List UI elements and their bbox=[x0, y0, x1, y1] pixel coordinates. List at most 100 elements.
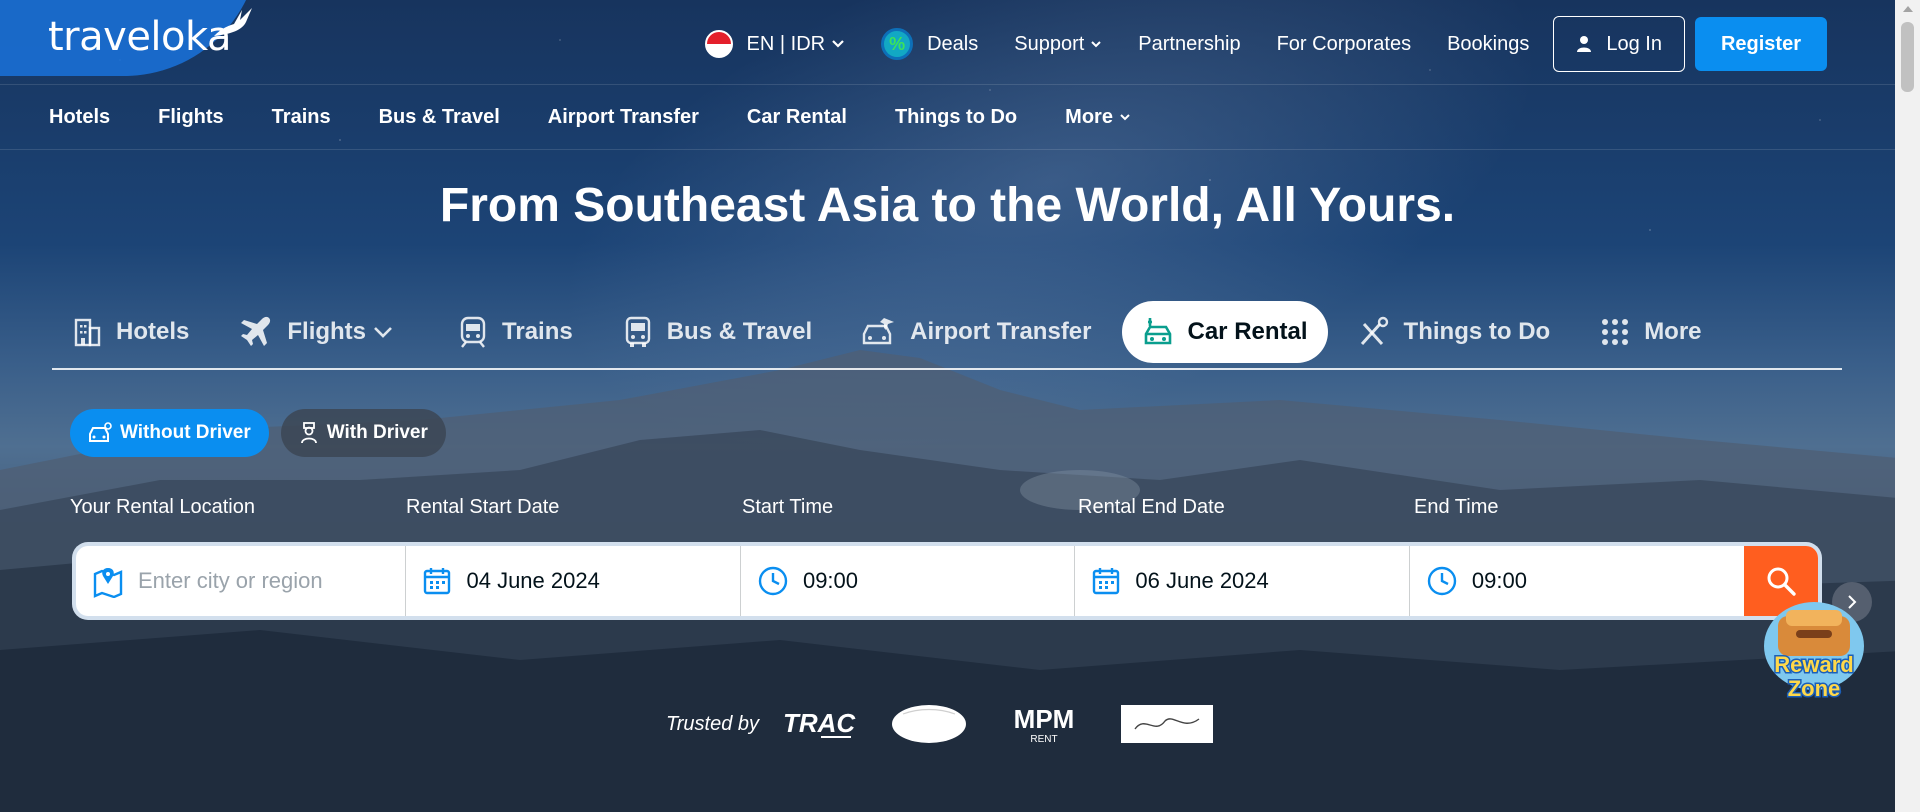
nav-bus-travel[interactable]: Bus & Travel bbox=[379, 106, 500, 129]
scroll-up-arrow-icon[interactable] bbox=[1903, 6, 1913, 12]
reward-zone-line2: Zone bbox=[1788, 676, 1841, 701]
plane-icon bbox=[241, 316, 271, 346]
activities-icon bbox=[1360, 316, 1388, 346]
nav-car-rental[interactable]: Car Rental bbox=[747, 106, 847, 129]
without-driver-button[interactable]: Without Driver bbox=[70, 409, 269, 457]
reward-zone-line1: Reward bbox=[1774, 652, 1853, 677]
label-start-date: Rental Start Date bbox=[406, 496, 560, 518]
tab-hotels[interactable]: Hotels bbox=[52, 301, 209, 363]
map-pin-icon bbox=[93, 568, 123, 598]
start-time-value: 09:00 bbox=[802, 568, 859, 593]
chevron-down-icon bbox=[1120, 113, 1130, 120]
trusted-partners: Trusted by TRAC MPM RENT bbox=[666, 702, 1247, 746]
login-label: Log In bbox=[1606, 32, 1662, 55]
traveloka-logo[interactable]: traveloka bbox=[48, 14, 231, 60]
mpm-logo-text: MPM bbox=[1014, 704, 1075, 734]
label-end-time: End Time bbox=[1414, 496, 1499, 518]
corporates-link[interactable]: For Corporates bbox=[1277, 33, 1412, 56]
bookings-link[interactable]: Bookings bbox=[1447, 33, 1529, 56]
calendar-icon bbox=[424, 568, 451, 595]
tab-trains[interactable]: Trains bbox=[438, 301, 593, 363]
nav-hotels[interactable]: Hotels bbox=[49, 106, 110, 129]
deals-percent-icon: % bbox=[881, 28, 914, 60]
nav-trains[interactable]: Trains bbox=[272, 106, 331, 129]
with-driver-button[interactable]: With Driver bbox=[280, 409, 446, 457]
start-date-value: 04 June 2024 bbox=[466, 568, 600, 593]
login-button[interactable]: Log In bbox=[1553, 16, 1685, 72]
airport-transfer-icon bbox=[862, 318, 895, 345]
page-scrollbar[interactable] bbox=[1895, 0, 1920, 812]
support-label: Support bbox=[1014, 32, 1085, 55]
tab-bus-travel-label: Bus & Travel bbox=[666, 318, 813, 345]
bus-icon bbox=[625, 316, 650, 347]
search-icon bbox=[1767, 567, 1796, 596]
indonesia-flag-icon bbox=[704, 30, 733, 58]
trusted-by-label: Trusted by bbox=[666, 712, 759, 735]
tab-things-to-do-label: Things to Do bbox=[1403, 318, 1551, 345]
chevron-down-icon bbox=[374, 327, 392, 338]
tab-car-rental[interactable]: Car Rental bbox=[1121, 301, 1328, 363]
tab-bus-travel[interactable]: Bus & Travel bbox=[603, 301, 832, 363]
nav-more-label: More bbox=[1065, 105, 1113, 128]
deals-label: Deals bbox=[927, 32, 979, 55]
car-icon bbox=[1144, 318, 1171, 345]
top-bar: traveloka EN | IDR % Deals Support Partn… bbox=[0, 0, 1895, 84]
locale-label: EN | IDR bbox=[746, 32, 826, 55]
nav-more[interactable]: More bbox=[1065, 106, 1131, 129]
partnership-link[interactable]: Partnership bbox=[1138, 33, 1240, 56]
reward-zone-icon: Reward Zone bbox=[1764, 602, 1864, 703]
chevron-down-icon bbox=[832, 40, 844, 48]
start-time-field[interactable]: 09:00 bbox=[741, 546, 1076, 616]
label-start-time: Start Time bbox=[742, 496, 834, 518]
support-menu[interactable]: Support bbox=[1014, 33, 1102, 56]
logo-bird-icon bbox=[214, 8, 252, 36]
start-date-field[interactable]: 04 June 2024 bbox=[406, 546, 741, 616]
locale-selector[interactable]: EN | IDR bbox=[704, 30, 846, 58]
location-input[interactable] bbox=[138, 568, 378, 594]
tab-car-rental-label: Car Rental bbox=[1187, 318, 1308, 345]
hero-headline: From Southeast Asia to the World, All Yo… bbox=[439, 179, 1456, 232]
tab-things-to-do[interactable]: Things to Do bbox=[1338, 301, 1571, 363]
tab-more-label: More bbox=[1644, 318, 1702, 345]
end-time-value: 09:00 bbox=[1471, 568, 1527, 593]
grid-icon bbox=[1602, 319, 1629, 345]
top-nav: EN | IDR % Deals Support Partnership For… bbox=[669, 16, 1827, 72]
deals-link[interactable]: % Deals bbox=[881, 28, 978, 60]
register-button[interactable]: Register bbox=[1694, 17, 1827, 71]
tab-airport-transfer-label: Airport Transfer bbox=[910, 318, 1092, 345]
with-driver-label: With Driver bbox=[326, 422, 428, 443]
tab-flights[interactable]: Flights bbox=[219, 301, 428, 363]
nav-airport-transfer[interactable]: Airport Transfer bbox=[548, 106, 699, 129]
tab-trains-label: Trains bbox=[502, 318, 573, 345]
hotel-icon bbox=[74, 318, 101, 347]
partner-oval-logo bbox=[892, 705, 966, 743]
product-nav: Hotels Flights Trains Bus & Travel Airpo… bbox=[0, 84, 1895, 150]
trac-logo-text: TRAC bbox=[783, 708, 856, 738]
end-time-field[interactable]: 09:00 bbox=[1410, 546, 1744, 616]
without-driver-label: Without Driver bbox=[120, 422, 251, 443]
search-field-labels: Your Rental Location Rental Start Date S… bbox=[70, 496, 1830, 519]
end-date-value: 06 June 2024 bbox=[1135, 568, 1269, 593]
clock-icon bbox=[758, 566, 788, 596]
car-rental-search-form: 04 June 2024 09:00 06 June 2024 09:00 bbox=[72, 542, 1822, 620]
label-location: Your Rental Location bbox=[70, 496, 255, 518]
partner-signature-logo bbox=[1121, 705, 1213, 743]
driver-icon bbox=[300, 422, 317, 444]
mpm-rent-logo: MPM RENT bbox=[1014, 704, 1075, 745]
tab-more[interactable]: More bbox=[1580, 301, 1721, 363]
train-icon bbox=[460, 316, 486, 348]
scrollbar-thumb[interactable] bbox=[1901, 22, 1914, 92]
reward-zone-badge[interactable]: Reward Zone bbox=[1756, 596, 1872, 710]
location-field[interactable] bbox=[76, 546, 407, 616]
label-end-date: Rental End Date bbox=[1078, 496, 1225, 518]
nav-flights[interactable]: Flights bbox=[158, 106, 224, 129]
product-tabs: Hotels Flights Trains Bus & Travel Airpo… bbox=[52, 296, 1842, 370]
mpm-rent-text: RENT bbox=[1030, 734, 1057, 745]
nav-things-to-do[interactable]: Things to Do bbox=[895, 106, 1017, 129]
tab-airport-transfer[interactable]: Airport Transfer bbox=[842, 301, 1111, 363]
trac-logo: TRAC bbox=[783, 708, 856, 738]
chevron-down-icon bbox=[1091, 40, 1102, 47]
tab-flights-label: Flights bbox=[287, 318, 367, 345]
end-date-field[interactable]: 06 June 2024 bbox=[1075, 546, 1410, 616]
car-self-drive-icon bbox=[89, 422, 112, 442]
